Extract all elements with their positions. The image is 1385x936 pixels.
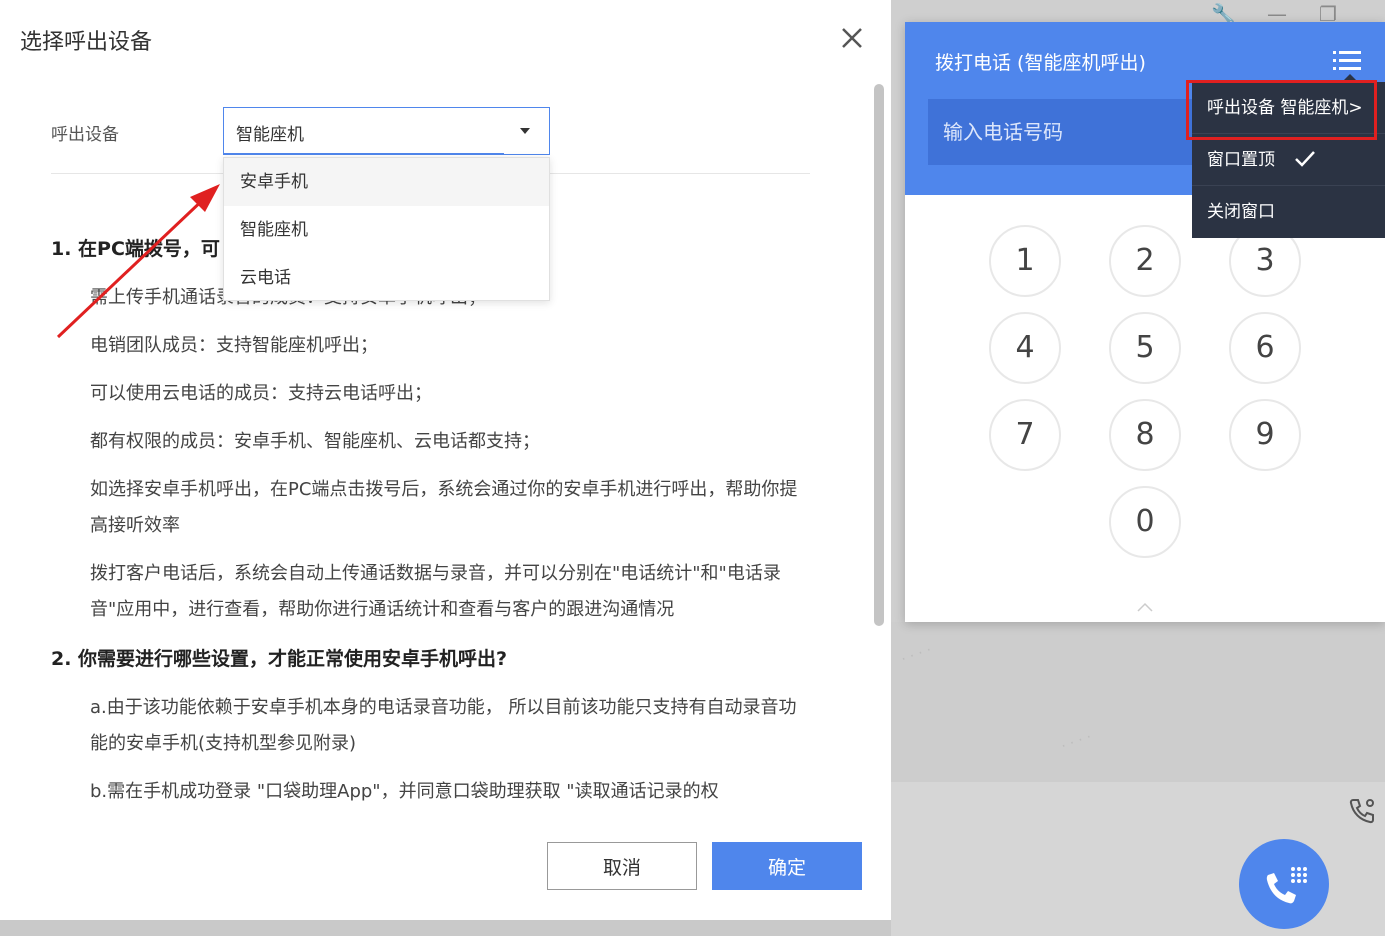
- menu-caret: [1342, 74, 1358, 82]
- paragraph: 都有权限的成员：安卓手机、智能座机、云电话都支持；: [90, 431, 540, 452]
- option-smart-desk-phone[interactable]: 智能座机: [224, 206, 549, 254]
- device-dropdown: 安卓手机 智能座机 云电话: [223, 157, 550, 301]
- watermark: · · · ·: [1059, 729, 1094, 755]
- watermark: · · · ·: [899, 642, 934, 668]
- option-cloud-phone[interactable]: 云电话: [224, 254, 549, 302]
- background-content: · · · · · · · ·: [891, 622, 1385, 782]
- floating-dial-button[interactable]: [1239, 839, 1329, 929]
- key-4[interactable]: 4: [989, 312, 1061, 384]
- device-field-label: 呼出设备: [51, 125, 119, 145]
- scrollbar[interactable]: [874, 84, 884, 626]
- caret-down-icon: [520, 128, 530, 134]
- chevron-up-icon[interactable]: [1137, 602, 1153, 612]
- paragraph: a.由于该功能依赖于安卓手机本身的电话录音功能， 所以目前该功能只支持有自动录音…: [90, 697, 797, 754]
- paragraph: 如选择安卓手机呼出，在PC端点击拨号后，系统会通过你的安卓手机进行呼出，帮助你提…: [90, 479, 798, 536]
- paragraph: 可以使用云电话的成员：支持云电话呼出；: [90, 383, 432, 404]
- key-1[interactable]: 1: [989, 225, 1061, 297]
- check-icon: [1295, 151, 1315, 167]
- menu-item-label: 关闭窗口: [1207, 202, 1275, 222]
- paragraph: 拨打客户电话后，系统会自动上传通话数据与录音，并可以分别在"电话统计"和"电话录…: [90, 563, 781, 620]
- key-0[interactable]: 0: [1109, 486, 1181, 558]
- menu-item-label: 呼出设备 智能座机>: [1207, 98, 1363, 118]
- phone-keypad-icon: [1266, 867, 1307, 904]
- key-2[interactable]: 2: [1109, 225, 1181, 297]
- device-select[interactable]: 智能座机: [223, 107, 550, 155]
- menu-item-close-window[interactable]: 关闭窗口: [1192, 186, 1385, 238]
- select-device-modal: 选择呼出设备 呼出设备 智能座机 1. 在PC端拨号，可 需上传手机通话录音的成…: [0, 0, 891, 920]
- select-focus-underline: [224, 153, 504, 155]
- close-icon[interactable]: [836, 22, 868, 54]
- key-7[interactable]: 7: [989, 399, 1061, 471]
- dialer-dropdown-menu: 呼出设备 智能座机> 窗口置顶 关闭窗口: [1192, 82, 1385, 238]
- menu-item-call-device[interactable]: 呼出设备 智能座机>: [1192, 82, 1385, 134]
- dialer-title: 拨打电话 (智能座机呼出): [935, 52, 1146, 74]
- key-8[interactable]: 8: [1109, 399, 1181, 471]
- key-6[interactable]: 6: [1229, 312, 1301, 384]
- modal-title: 选择呼出设备: [20, 30, 153, 55]
- background-strip: [0, 920, 891, 936]
- menu-item-pin-window[interactable]: 窗口置顶: [1192, 134, 1385, 186]
- phone-number-input[interactable]: [928, 99, 1228, 165]
- phone-settings-icon[interactable]: [1346, 795, 1378, 827]
- paragraph: b.需在手机成功登录 "口袋助理App"，并同意口袋助理获取 "读取通话记录的权: [90, 781, 719, 802]
- menu-item-label: 窗口置顶: [1207, 150, 1275, 170]
- confirm-button[interactable]: 确定: [712, 842, 862, 890]
- red-arrow-annotation: [56, 184, 220, 339]
- option-android[interactable]: 安卓手机: [224, 158, 549, 206]
- cancel-button[interactable]: 取消: [547, 842, 697, 890]
- list-menu-icon[interactable]: [1333, 50, 1361, 72]
- device-select-value: 智能座机: [236, 125, 304, 145]
- section-heading: 2. 你需要进行哪些设置，才能正常使用安卓手机呼出?: [51, 648, 508, 670]
- key-9[interactable]: 9: [1229, 399, 1301, 471]
- key-5[interactable]: 5: [1109, 312, 1181, 384]
